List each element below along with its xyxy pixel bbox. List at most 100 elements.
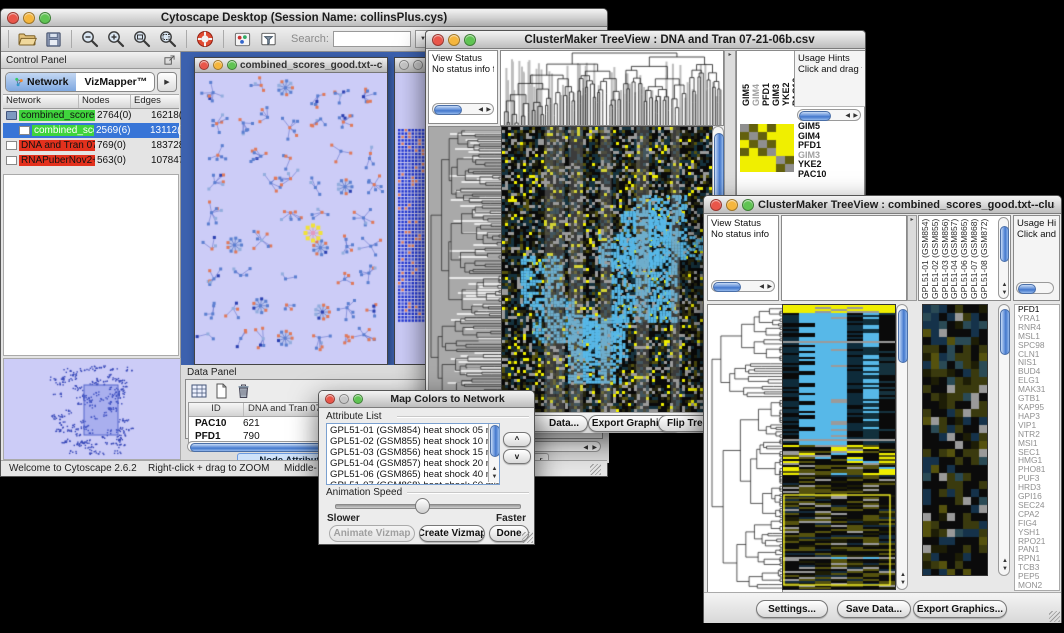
scroll-left-arrow[interactable]: ◀ xyxy=(759,284,764,290)
zoom-fit-button[interactable] xyxy=(157,28,179,50)
zoom-out-button[interactable] xyxy=(79,28,101,50)
zoom-button[interactable] xyxy=(464,34,476,46)
tab-network[interactable]: Network xyxy=(6,73,76,91)
speed-slider-thumb[interactable] xyxy=(415,498,430,514)
scroll-right-arrow[interactable]: ▶ xyxy=(853,113,858,119)
hints-hscrollbar[interactable] xyxy=(1016,282,1054,294)
column-label[interactable]: GPL51-06 (GSM865) xyxy=(960,215,970,299)
close-button[interactable] xyxy=(710,199,722,211)
scroll-up-arrow[interactable]: ▲ xyxy=(900,572,906,578)
heatmap-canvas[interactable] xyxy=(782,304,896,590)
scroll-right-arrow[interactable]: ▶ xyxy=(486,107,491,113)
tab-vizmapper[interactable]: VizMapper™ xyxy=(76,73,155,91)
open-session-button[interactable] xyxy=(16,28,38,50)
close-button[interactable] xyxy=(432,34,444,46)
treeview1-titlebar[interactable]: ClusterMaker TreeView : DNA and Tran 07-… xyxy=(426,31,865,49)
column-label[interactable]: GPL51-07 (GSM868) xyxy=(970,215,980,299)
minimize-button[interactable] xyxy=(213,60,223,70)
scroll-left-arrow[interactable]: ◀ xyxy=(583,445,588,451)
minimize-button[interactable] xyxy=(726,199,738,211)
scroll-left-arrow[interactable]: ◀ xyxy=(478,107,483,113)
zoom-button[interactable] xyxy=(742,199,754,211)
dendrogram-splitter[interactable]: ▸ xyxy=(907,215,917,301)
vizmapper-button[interactable] xyxy=(231,28,253,50)
close-button[interactable] xyxy=(325,394,335,404)
list-vscrollbar[interactable]: ▲ ▼ xyxy=(488,424,499,482)
column-dendrogram-area[interactable] xyxy=(781,215,907,301)
zoom-button[interactable] xyxy=(227,60,237,70)
labels-vscrollbar[interactable]: ▲ ▼ xyxy=(998,217,1009,299)
dialog-resize-grip[interactable] xyxy=(522,532,533,543)
column-label[interactable]: PFD1 xyxy=(762,52,771,106)
zoom-button[interactable] xyxy=(39,12,51,24)
column-label[interactable]: GPL51-03 (GSM856) xyxy=(941,215,951,299)
column-label[interactable]: GPL51-01 (GSM854) xyxy=(921,215,931,299)
heatmap-canvas[interactable] xyxy=(501,126,713,413)
network-list-row[interactable]: combined_sco 2569(6) 13112(15) xyxy=(3,123,179,138)
scroll-up-arrow[interactable]: ▲ xyxy=(492,466,498,472)
new-attribute-button[interactable] xyxy=(212,382,230,403)
network-view-canvas[interactable] xyxy=(195,73,385,362)
attribute-item[interactable]: GPL51-04 (GSM857) heat shock 20 min xyxy=(330,458,499,469)
column-label[interactable]: GPL51-08 (GSM872) xyxy=(980,215,990,299)
heatmap-vscrollbar[interactable]: ▲ ▼ xyxy=(896,304,908,590)
birdseye-view-canvas[interactable] xyxy=(3,358,181,460)
minimize-button[interactable] xyxy=(448,34,460,46)
scroll-right-arrow[interactable]: ▶ xyxy=(767,284,772,290)
zoom-button[interactable] xyxy=(353,394,363,404)
column-label[interactable]: GIM4 xyxy=(752,52,761,106)
attribute-item[interactable]: GPL51-03 (GSM856) heat shock 15 min xyxy=(330,447,499,458)
attribute-item[interactable]: GPL51-06 (GSM865) heat shock 40 min xyxy=(330,469,499,480)
move-up-button[interactable]: ^ xyxy=(503,432,531,447)
zoom-heatmap-vscrollbar[interactable]: ▲ ▼ xyxy=(998,304,1010,576)
network-list-row[interactable]: DNA and Tran 07 769(0) 183728(0) xyxy=(3,138,179,153)
scroll-down-arrow[interactable]: ▼ xyxy=(492,474,498,480)
column-dendrogram-canvas[interactable] xyxy=(500,50,724,126)
correlation-matrix-canvas[interactable] xyxy=(740,124,794,172)
close-button[interactable] xyxy=(7,12,19,24)
save-data-button[interactable]: Save Data... xyxy=(837,600,911,618)
network-window-1-titlebar[interactable]: combined_scores_good.txt--cluste... xyxy=(195,58,387,73)
scroll-up-arrow[interactable]: ▲ xyxy=(1002,282,1008,288)
close-button[interactable] xyxy=(199,60,209,70)
resize-grip[interactable] xyxy=(590,464,601,475)
help-button[interactable] xyxy=(194,28,216,50)
save-session-button[interactable] xyxy=(42,28,64,50)
zoom-heatmap-canvas[interactable] xyxy=(922,304,988,576)
attribute-item[interactable]: GPL51-02 (GSM855) heat shock 10 min xyxy=(330,436,499,447)
gene-label[interactable]: MON2 xyxy=(1018,581,1059,590)
zoom-selected-button[interactable] xyxy=(131,28,153,50)
create-vizmap-button[interactable]: Create Vizmap xyxy=(419,525,485,542)
search-input[interactable] xyxy=(333,31,411,47)
scroll-down-arrow[interactable]: ▼ xyxy=(1002,290,1008,296)
status-hscrollbar[interactable]: ◀ ▶ xyxy=(711,280,775,292)
settings-button[interactable]: Settings... xyxy=(756,600,828,618)
network-list-row[interactable]: combined_scores 2764(0) 16218(0) xyxy=(3,108,179,123)
table-view-button[interactable] xyxy=(190,382,208,403)
column-label[interactable]: GPL51-02 (GSM855) xyxy=(931,215,941,299)
close-button[interactable] xyxy=(399,60,409,70)
status-hscrollbar[interactable]: ◀ ▶ xyxy=(432,103,494,115)
attribute-item[interactable]: GPL51-07 (GSM868) heat shock 60 min xyxy=(330,480,499,485)
attribute-item[interactable]: GPL51-01 (GSM854) heat shock 05 min xyxy=(330,425,499,436)
matrix-label[interactable]: PAC10 xyxy=(798,170,826,180)
hints-hscrollbar[interactable]: ◀ ▶ xyxy=(797,109,861,121)
scroll-down-arrow[interactable]: ▼ xyxy=(900,580,906,586)
minimize-button[interactable] xyxy=(339,394,349,404)
scroll-right-arrow[interactable]: ▶ xyxy=(592,445,597,451)
row-dendrogram-canvas[interactable] xyxy=(707,304,783,593)
attribute-listbox[interactable]: GPL51-01 (GSM854) heat shock 05 minGPL51… xyxy=(326,423,500,485)
minimize-button[interactable] xyxy=(23,12,35,24)
scroll-up-arrow[interactable]: ▲ xyxy=(1002,558,1008,564)
treeview2-titlebar[interactable]: ClusterMaker TreeView : combined_scores_… xyxy=(704,196,1061,214)
export-graphics-button[interactable]: Export Graphics... xyxy=(913,600,1007,618)
column-label[interactable]: YKE2 xyxy=(782,52,791,106)
column-label[interactable]: GIM5 xyxy=(742,52,751,106)
network-window-1[interactable]: combined_scores_good.txt--cluste... xyxy=(194,57,388,365)
animate-vizmap-button[interactable]: Animate Vizmap xyxy=(329,525,415,542)
filter-button[interactable] xyxy=(257,28,279,50)
minimize-button[interactable] xyxy=(413,60,423,70)
main-titlebar[interactable]: Cytoscape Desktop (Session Name: collins… xyxy=(1,9,607,27)
row-dendrogram-canvas[interactable] xyxy=(428,126,502,413)
scroll-down-arrow[interactable]: ▼ xyxy=(1002,566,1008,572)
